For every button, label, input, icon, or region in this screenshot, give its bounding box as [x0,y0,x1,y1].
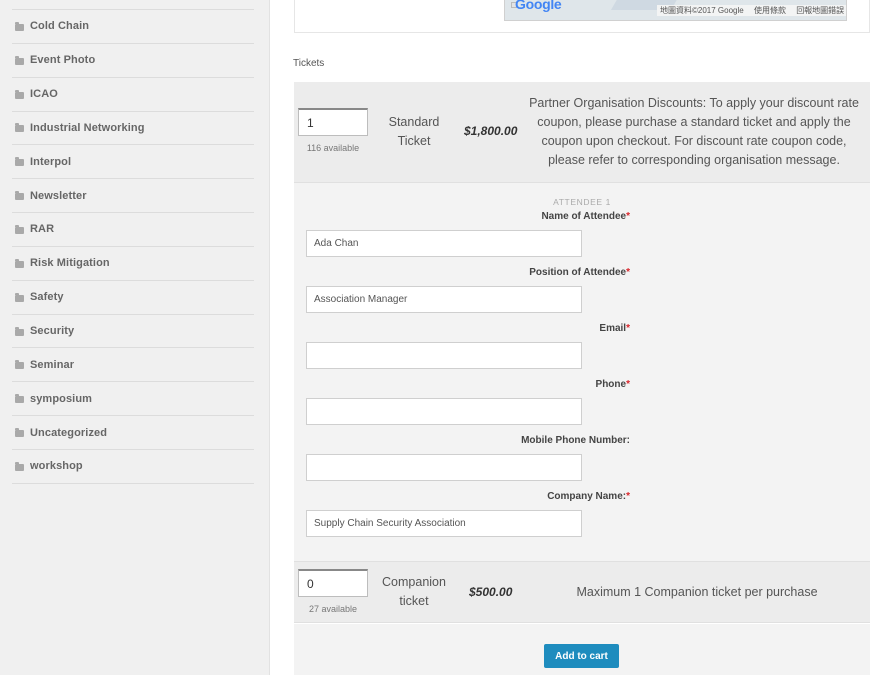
tickets-section-title: Tickets [293,58,325,69]
companion-ticket-row: 27 available Companion ticket $500.00 Ma… [294,561,870,623]
name-of-attendee-label: Name of Attendee* [541,211,630,222]
field-label-text: Phone [595,379,627,390]
phone-input[interactable] [306,398,582,425]
required-mark: * [626,323,630,334]
position-of-attendee-input[interactable] [306,286,582,313]
category-item-icao[interactable]: ICAO [12,78,254,112]
folder-icon [15,292,24,302]
mobile-phone-label: Mobile Phone Number: [521,435,630,446]
companion-ticket-availability: 27 available [308,604,358,614]
required-mark: * [626,491,630,502]
mobile-phone-input[interactable] [306,454,582,481]
folder-icon [15,394,24,404]
folder-icon [15,224,24,234]
email-input[interactable] [306,342,582,369]
category-label: Event Photo [30,54,96,67]
standard-ticket-name: Standard Ticket [388,115,440,148]
category-label: Newsletter [30,189,87,202]
category-item-interpol[interactable]: Interpol [12,145,254,180]
category-item-event-photo[interactable]: Event Photo [12,44,254,78]
category-item-newsletter[interactable]: Newsletter [12,179,254,214]
category-item-security[interactable]: Security [12,315,254,349]
folder-icon [15,360,24,370]
field-label-text: Name of Attendee [541,211,627,222]
category-label: Seminar [30,358,75,371]
category-list: Cold Chain Event Photo ICAO Industrial N… [12,10,254,484]
category-item-workshop[interactable]: workshop [12,450,254,484]
map-container: Google 地圖資料©2017 Google 使用條款 回報地圖錯誤 [294,0,870,33]
category-label: symposium [30,392,93,405]
email-label: Email* [599,323,630,334]
category-item-risk-mitigation[interactable]: Risk Mitigation [12,247,254,281]
folder-icon [15,258,24,268]
category-item-industrial-networking[interactable]: Industrial Networking [12,112,254,146]
category-item-symposium[interactable]: symposium [12,382,254,417]
map-attribution: 地圖資料©2017 Google 使用條款 回報地圖錯誤 [657,5,846,16]
position-of-attendee-label: Position of Attendee* [529,267,630,278]
folder-icon [15,55,24,65]
companion-ticket-name: Companion ticket [382,575,446,608]
category-sidebar: Cold Chain Event Photo ICAO Industrial N… [0,0,270,675]
category-item-rar[interactable]: RAR [12,213,254,247]
required-mark: * [626,267,630,278]
field-label-text: Email [599,323,627,334]
category-label: Uncategorized [30,426,108,439]
name-of-attendee-input[interactable] [306,230,582,257]
standard-ticket-price: $1,800.00 [464,124,518,138]
standard-ticket-quantity-input[interactable] [298,108,368,136]
category-item-cold-chain[interactable]: Cold Chain [12,10,254,44]
standard-ticket-row: 116 available Standard Ticket $1,800.00 … [294,82,870,182]
category-label: workshop [30,460,83,473]
category-label: Cold Chain [30,20,90,33]
attendee-form: ATTENDEE 1 Name of Attendee* Position of… [294,182,870,561]
folder-icon [15,123,24,133]
field-label-text: Company Name: [547,491,627,502]
phone-label: Phone* [596,379,630,390]
companion-ticket-quantity-input[interactable] [298,569,368,597]
cart-area: Add to cart [294,624,870,675]
category-label: Industrial Networking [30,121,145,134]
standard-ticket-description: Partner Organisation Discounts: To apply… [529,96,859,167]
folder-icon [15,326,24,336]
folder-icon [15,21,24,31]
category-label: Risk Mitigation [30,257,110,270]
companion-ticket-price: $500.00 [469,585,513,599]
folder-icon [15,157,24,167]
category-label: RAR [30,223,55,236]
category-label: Security [30,325,75,338]
map-data-credit: 地圖資料©2017 Google [660,6,744,15]
required-mark: * [626,211,630,222]
folder-icon [15,191,24,201]
map-terms-link[interactable]: 使用條款 [754,6,786,15]
folder-icon [15,428,24,438]
attendee-heading: ATTENDEE 1 [553,197,611,207]
category-item-uncategorized[interactable]: Uncategorized [12,416,254,450]
company-name-label: Company Name:* [547,491,630,502]
category-item-safety[interactable]: Safety [12,281,254,315]
map-report-error-link[interactable]: 回報地圖錯誤 [796,6,844,15]
required-mark: * [626,379,630,390]
companion-ticket-description: Maximum 1 Companion ticket per purchase [576,585,818,599]
category-label: ICAO [30,88,58,101]
add-to-cart-button[interactable]: Add to cart [544,644,619,668]
field-label-text: Position of Attendee [529,267,627,278]
folder-icon [15,461,24,471]
category-item-seminar[interactable]: Seminar [12,348,254,383]
company-name-input[interactable] [306,510,582,537]
category-label: Safety [30,291,64,304]
category-label: Interpol [30,155,72,168]
standard-ticket-availability: 116 available [306,143,360,153]
folder-icon [15,89,24,99]
field-label-text: Mobile Phone Number: [521,435,630,446]
google-map[interactable]: Google 地圖資料©2017 Google 使用條款 回報地圖錯誤 [504,0,847,21]
google-logo: Google [515,0,562,12]
